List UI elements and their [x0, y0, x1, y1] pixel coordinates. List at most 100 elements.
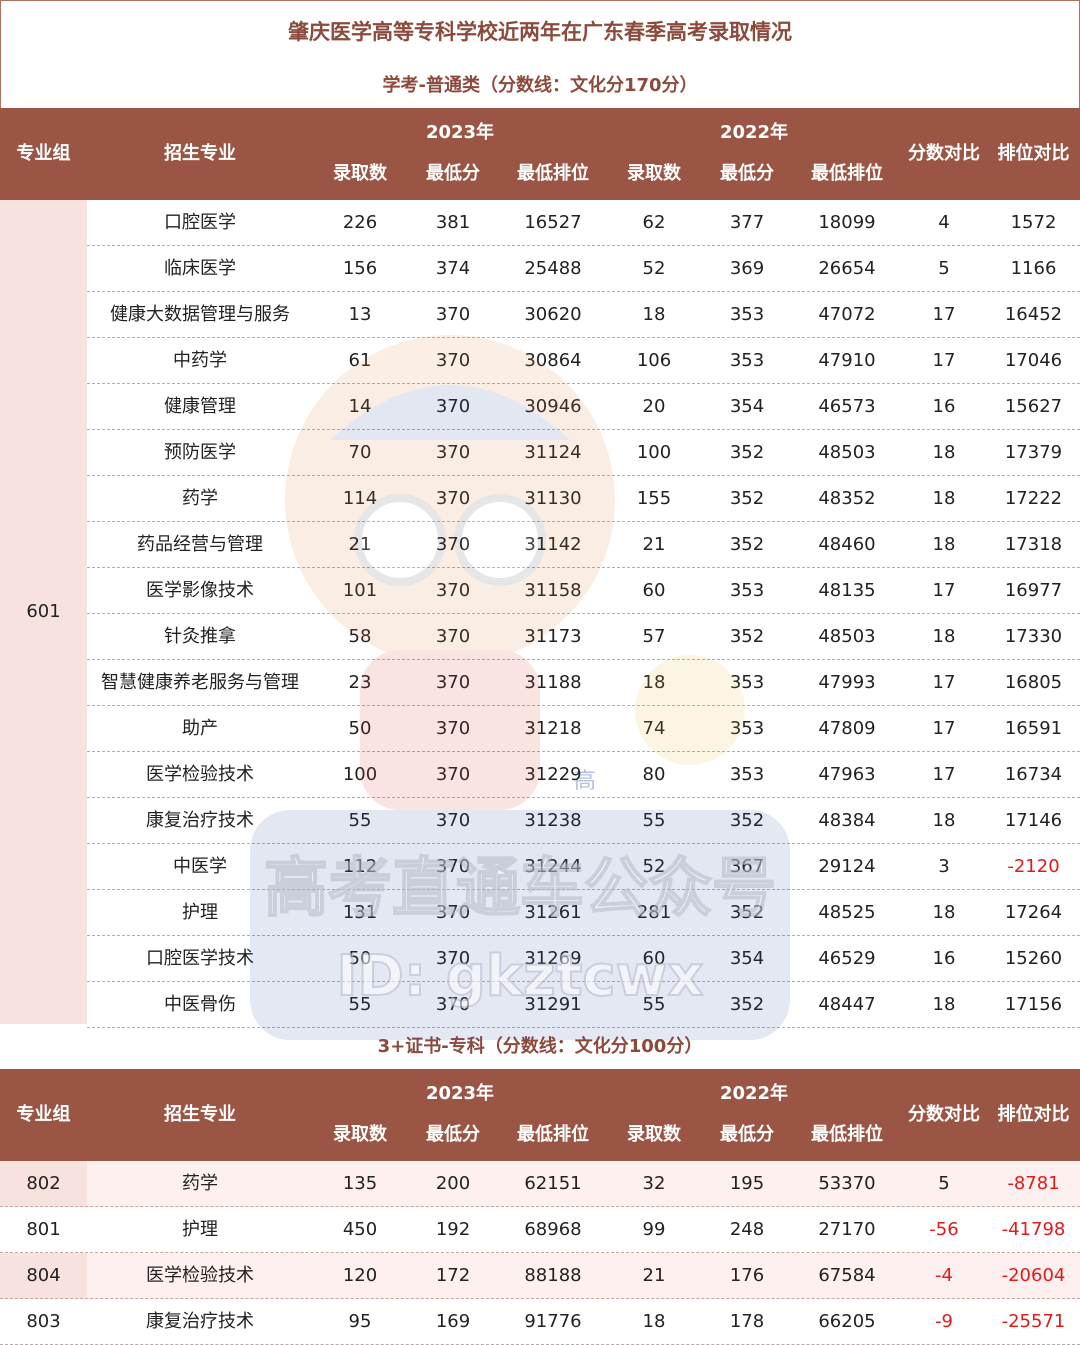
cell-minrank-2023: 31269 [524, 948, 582, 969]
cell-score-diff: 18 [932, 626, 956, 647]
header-group: 专业组 [16, 1104, 71, 1125]
cell-major: 医学检验技术 [146, 764, 254, 785]
cell-major: 药学 [182, 1173, 218, 1194]
cell-count-2022: 21 [642, 534, 666, 555]
header-year-2023: 2023年 [425, 122, 495, 143]
cell-minrank-2023: 30620 [524, 304, 582, 325]
table-row: 临床医学 156 374 25488 52 369 26654 5 1166 [0, 246, 1080, 292]
cell-rank-diff: 17146 [1004, 810, 1063, 831]
cell-rank-diff: -25571 [1001, 1311, 1066, 1332]
cell-major: 预防医学 [164, 442, 236, 463]
cell-minscore-2022: 176 [729, 1265, 765, 1286]
cell-major: 助产 [182, 718, 218, 739]
cell-major: 医学检验技术 [146, 1265, 254, 1286]
cell-score-diff: 16 [932, 948, 956, 969]
cell-minrank-2023: 31238 [524, 810, 582, 831]
cell-score-diff: 18 [932, 442, 956, 463]
cell-minscore-2022: 352 [729, 810, 765, 831]
cell-count-2023: 23 [348, 672, 372, 693]
cell-score-diff: 17 [932, 304, 956, 325]
cell-count-2023: 70 [348, 442, 372, 463]
cell-minrank-2022: 48503 [818, 442, 876, 463]
cell-minrank-2022: 53370 [818, 1173, 876, 1194]
cell-count-2022: 52 [642, 258, 666, 279]
cell-minrank-2022: 48503 [818, 626, 876, 647]
cell-minrank-2023: 68968 [524, 1219, 582, 1240]
cell-count-2023: 58 [348, 626, 372, 647]
table-row: 医学影像技术 101 370 31158 60 353 48135 17 16977 [0, 568, 1080, 614]
cell-major: 康复治疗技术 [146, 1311, 254, 1332]
cell-group: 801 [0, 1207, 87, 1253]
cell-major: 医学影像技术 [146, 580, 254, 601]
cell-major: 口腔医学技术 [146, 948, 254, 969]
cell-count-2022: 100 [636, 442, 672, 463]
cell-minrank-2023: 31158 [524, 580, 582, 601]
cell-minrank-2022: 48135 [818, 580, 876, 601]
header-count-2023: 录取数 [333, 1124, 387, 1145]
cell-rank-diff: -2120 [1007, 856, 1060, 877]
cell-minscore-2023: 370 [435, 856, 471, 877]
cell-minscore-2023: 374 [435, 258, 471, 279]
cell-major: 药品经营与管理 [137, 534, 263, 555]
cell-count-2023: 50 [348, 718, 372, 739]
table-row: 中医骨伤 55 370 31291 55 352 48447 18 17156 [0, 982, 1080, 1028]
cell-count-2022: 62 [642, 212, 666, 233]
cell-minrank-2022: 66205 [818, 1311, 876, 1332]
table-row: 健康大数据管理与服务 13 370 30620 18 353 47072 17 16452 [0, 292, 1080, 338]
cell-score-diff: 18 [932, 534, 956, 555]
cell-minrank-2023: 30864 [524, 350, 582, 371]
cell-score-diff: 3 [938, 856, 950, 877]
cell-minscore-2022: 353 [729, 350, 765, 371]
table-row: 药品经营与管理 21 370 31142 21 352 48460 18 17318 [0, 522, 1080, 568]
cell-major: 康复治疗技术 [146, 810, 254, 831]
cell-count-2022: 55 [642, 810, 666, 831]
cell-minscore-2022: 352 [729, 902, 765, 923]
cell-minrank-2023: 31229 [524, 764, 582, 785]
cell-group: 803 [0, 1299, 87, 1345]
cell-score-diff: 18 [932, 488, 956, 509]
cell-count-2023: 95 [348, 1311, 372, 1332]
section2-subtitle: 3+证书-专科（分数线：文化分100分） [377, 1036, 703, 1057]
header-count-2023: 录取数 [333, 163, 387, 184]
cell-minrank-2023: 16527 [524, 212, 582, 233]
cell-minrank-2022: 47910 [818, 350, 876, 371]
cell-minscore-2022: 352 [729, 534, 765, 555]
cell-count-2023: 55 [348, 994, 372, 1015]
cell-score-diff: -9 [935, 1311, 953, 1332]
cell-minscore-2023: 169 [435, 1311, 471, 1332]
cell-minscore-2023: 370 [435, 442, 471, 463]
page-title: 肇庆医学高等专科学校近两年在广东春季高考录取情况 [288, 20, 792, 44]
cell-count-2023: 13 [348, 304, 372, 325]
header-rank-diff: 排位对比 [997, 1104, 1070, 1125]
header-major: 招生专业 [164, 1104, 236, 1125]
cell-minscore-2023: 370 [435, 580, 471, 601]
cell-minrank-2022: 46573 [818, 396, 876, 417]
cell-minscore-2023: 370 [435, 718, 471, 739]
cell-count-2022: 281 [636, 902, 672, 923]
cell-count-2022: 18 [642, 304, 666, 325]
cell-minrank-2023: 88188 [524, 1265, 582, 1286]
cell-minscore-2023: 381 [435, 212, 471, 233]
cell-count-2022: 55 [642, 994, 666, 1015]
cell-minscore-2023: 370 [435, 396, 471, 417]
cell-major: 药学 [182, 488, 218, 509]
cell-score-diff: 17 [932, 350, 956, 371]
table-row: 康复治疗技术 55 370 31238 55 352 48384 18 17146 [0, 798, 1080, 844]
header-year-2023: 2023年 [425, 1083, 495, 1104]
cell-major: 智慧健康养老服务与管理 [101, 672, 299, 693]
cell-minrank-2023: 31124 [524, 442, 582, 463]
cell-minscore-2023: 370 [435, 534, 471, 555]
header-minrank-2022: 最低排位 [811, 163, 883, 184]
cell-major: 中药学 [173, 350, 227, 371]
cell-minrank-2022: 47963 [818, 764, 876, 785]
cell-rank-diff: 17156 [1004, 994, 1063, 1015]
header-minrank-2023: 最低排位 [517, 1124, 589, 1145]
cell-count-2023: 131 [342, 902, 378, 923]
cell-minscore-2023: 370 [435, 764, 471, 785]
table-row: 针灸推拿 58 370 31173 57 352 48503 18 17330 [0, 614, 1080, 660]
cell-minscore-2023: 370 [435, 994, 471, 1015]
cell-score-diff: 17 [932, 580, 956, 601]
cell-rank-diff: 15627 [1004, 396, 1063, 417]
cell-minrank-2023: 91776 [524, 1311, 582, 1332]
cell-rank-diff: 17379 [1004, 442, 1063, 463]
